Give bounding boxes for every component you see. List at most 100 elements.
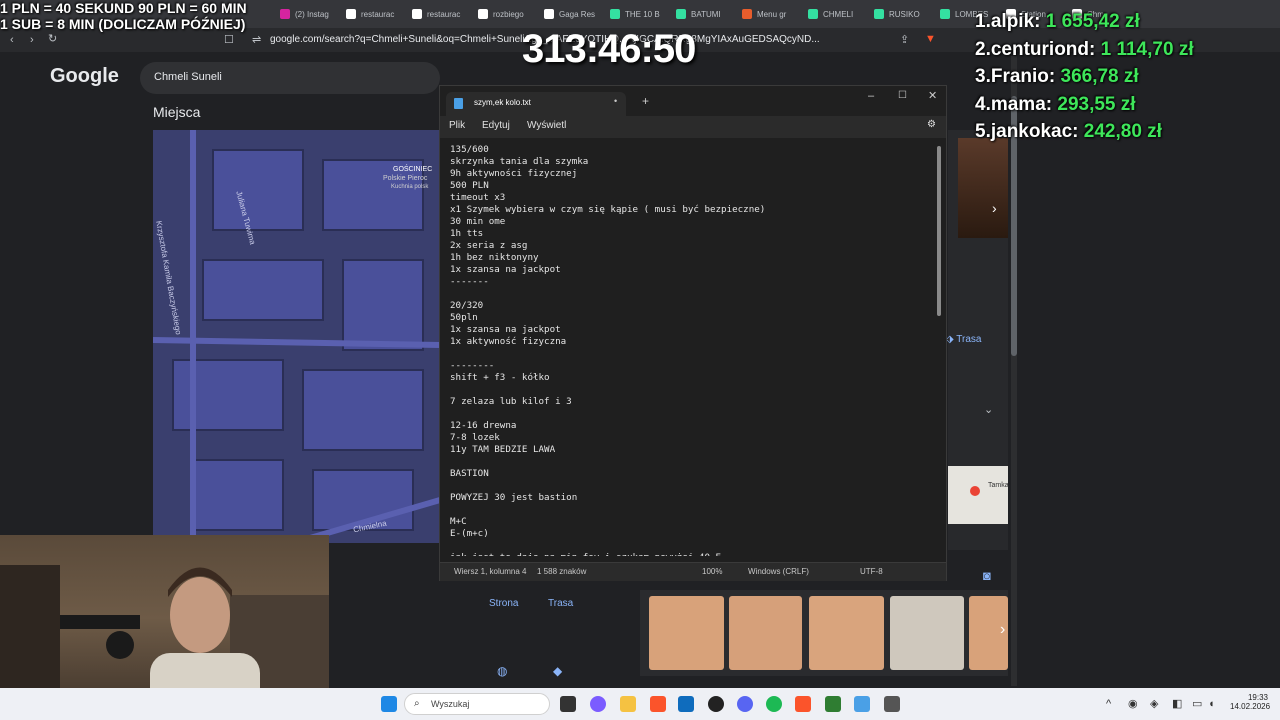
calculator-icon[interactable] xyxy=(884,696,900,712)
globe-icon[interactable]: ◍ xyxy=(497,665,507,677)
file-explorer-icon[interactable] xyxy=(620,696,636,712)
obs-icon[interactable] xyxy=(708,696,724,712)
browser-tab[interactable]: THE 10 B xyxy=(610,4,670,24)
text-line: POWYZEJ 30 jest bastion xyxy=(450,492,578,503)
clock[interactable]: 19:33 14.02.2026 xyxy=(1230,693,1270,711)
notepad-text-area[interactable]: 135/600 skrzynka tania dla szymka 9h aktyw… xyxy=(450,144,930,556)
tab-favicon-icon xyxy=(676,9,686,19)
subathon-timer: 313:46:50 xyxy=(522,27,696,71)
brave-shield-icon[interactable]: ▼ xyxy=(925,33,936,45)
tray-app-icon[interactable]: ◉ xyxy=(1128,698,1138,710)
browser-tab[interactable]: restaurac xyxy=(346,4,406,24)
settings-gear-icon[interactable]: ⚙ xyxy=(927,119,936,130)
leaderboard-row: 4.mama: 293,55 zł xyxy=(975,91,1194,119)
leader-amount: 1 655,42 zł xyxy=(1045,11,1140,32)
reload-icon[interactable]: ↻ xyxy=(48,33,57,45)
task-view-icon[interactable] xyxy=(560,696,576,712)
text-line xyxy=(450,456,930,468)
browser-tab[interactable]: rozbiego xyxy=(478,4,538,24)
menu-photo[interactable] xyxy=(649,596,724,670)
store-icon[interactable] xyxy=(678,696,694,712)
map-view[interactable]: Krzysztofa Kamila Baczyńskiego Juliana T… xyxy=(153,130,440,543)
mini-map[interactable]: Tamka xyxy=(948,466,1009,524)
tab-favicon-icon xyxy=(874,9,884,19)
taskbar-search[interactable]: ⌕ Wyszukaj xyxy=(404,693,550,715)
browser-tab[interactable]: BATUMI xyxy=(676,4,736,24)
browser-tab[interactable]: RUSIKO xyxy=(874,4,934,24)
app-icon[interactable] xyxy=(825,696,841,712)
text-line: 1x aktywność fizyczna xyxy=(450,336,567,347)
browser-tabs: (2) Instag restaurac restaurac rozbiego Gaga… xyxy=(270,0,1104,28)
tray-chevron-icon[interactable]: ^ xyxy=(1106,698,1111,710)
menu-view[interactable]: Wyświetl xyxy=(527,120,566,131)
notepad-scrollbar-thumb[interactable] xyxy=(937,146,941,316)
leader-amount: 293,55 zł xyxy=(1057,93,1136,115)
tab-label: Menu gr xyxy=(757,9,787,19)
camera-icon[interactable]: ◙ xyxy=(983,569,991,582)
leader-name: 2.centuriond: xyxy=(975,38,1096,60)
unsaved-dot-icon[interactable]: • xyxy=(614,96,617,106)
text-line: 30 min ome xyxy=(450,216,506,227)
chevron-right-icon[interactable]: › xyxy=(1000,622,1005,638)
site-info-icon[interactable]: ⇌ xyxy=(252,34,261,46)
browser-tab[interactable]: Gaga Res xyxy=(544,4,604,24)
tab-favicon-icon xyxy=(742,9,752,19)
text-line: 1h bez niktonyny xyxy=(450,252,539,263)
leaderboard-row: 1.alpik: 1 655,42 zł xyxy=(975,8,1194,36)
menu-file[interactable]: Plik xyxy=(449,120,465,131)
browser-tab[interactable]: Menu gr xyxy=(742,4,802,24)
places-heading: Miejsca xyxy=(153,104,201,120)
copilot-icon[interactable] xyxy=(590,696,606,712)
status-zoom[interactable]: 100% xyxy=(702,567,722,576)
directions-button[interactable]: Trasa xyxy=(548,598,573,609)
text-line xyxy=(450,504,930,516)
tab-label: restaurac xyxy=(427,9,461,19)
bookmark-icon[interactable]: ☐ xyxy=(224,34,234,46)
spotify-icon[interactable] xyxy=(766,696,782,712)
donation-rate-line: 1 PLN = 40 SEKUND 90 PLN = 60 MIN xyxy=(0,0,247,16)
minimize-icon[interactable]: – xyxy=(868,90,874,102)
start-icon[interactable] xyxy=(381,696,397,712)
text-line: 9h aktywności fizycznej xyxy=(450,168,578,179)
notepad-tab[interactable]: szym,ek kolo.txt • xyxy=(446,92,626,116)
search-input[interactable]: Chmeli Suneli xyxy=(154,71,222,83)
chevron-down-icon[interactable]: ⌄ xyxy=(984,404,993,416)
google-logo[interactable]: Google xyxy=(50,65,119,88)
directions-icon[interactable]: ◆ xyxy=(553,665,562,677)
page-scrollbar[interactable] xyxy=(1011,56,1017,686)
menu-photo[interactable] xyxy=(729,596,802,670)
mini-map-label: Tamka xyxy=(988,482,1009,489)
chevron-right-icon[interactable]: › xyxy=(992,201,997,215)
brave-icon[interactable] xyxy=(650,696,666,712)
tray-app-icon[interactable]: ◈ xyxy=(1150,698,1158,710)
microphone-icon[interactable]: ◧ xyxy=(1172,698,1182,710)
place-photo[interactable] xyxy=(958,138,1008,238)
browser-tab[interactable]: CHMELI xyxy=(808,4,868,24)
tab-favicon-icon xyxy=(940,9,950,19)
tab-label: rozbiego xyxy=(493,9,524,19)
text-line: 50pln xyxy=(450,312,478,323)
back-icon[interactable]: ‹ xyxy=(10,34,14,46)
forward-icon[interactable]: › xyxy=(30,34,34,46)
menu-photo[interactable] xyxy=(890,596,964,670)
text-line: BASTION xyxy=(450,468,489,479)
browser-tab[interactable]: (2) Instag xyxy=(280,4,340,24)
discord-icon[interactable] xyxy=(737,696,753,712)
status-line-ending[interactable]: Windows (CRLF) xyxy=(748,567,809,576)
notepad-taskbar-icon[interactable] xyxy=(854,696,870,712)
new-tab-icon[interactable]: + xyxy=(642,94,649,108)
maximize-icon[interactable]: ☐ xyxy=(898,90,907,101)
browser-tab[interactable]: restaurac xyxy=(412,4,472,24)
network-icon[interactable]: ▭ xyxy=(1192,698,1202,710)
tab-favicon-icon xyxy=(412,9,422,19)
status-encoding[interactable]: UTF-8 xyxy=(860,567,883,576)
website-button[interactable]: Strona xyxy=(489,598,518,609)
close-icon[interactable]: ✕ xyxy=(928,89,937,102)
volume-icon[interactable]: ◖ xyxy=(1208,698,1215,710)
route-button[interactable]: ⬗ Trasa xyxy=(946,334,982,345)
text-line xyxy=(450,288,930,300)
menu-photo[interactable] xyxy=(809,596,884,670)
menu-edit[interactable]: Edytuj xyxy=(482,120,510,131)
share-icon[interactable]: ⇪ xyxy=(900,34,909,46)
brave-window-icon[interactable] xyxy=(795,696,811,712)
